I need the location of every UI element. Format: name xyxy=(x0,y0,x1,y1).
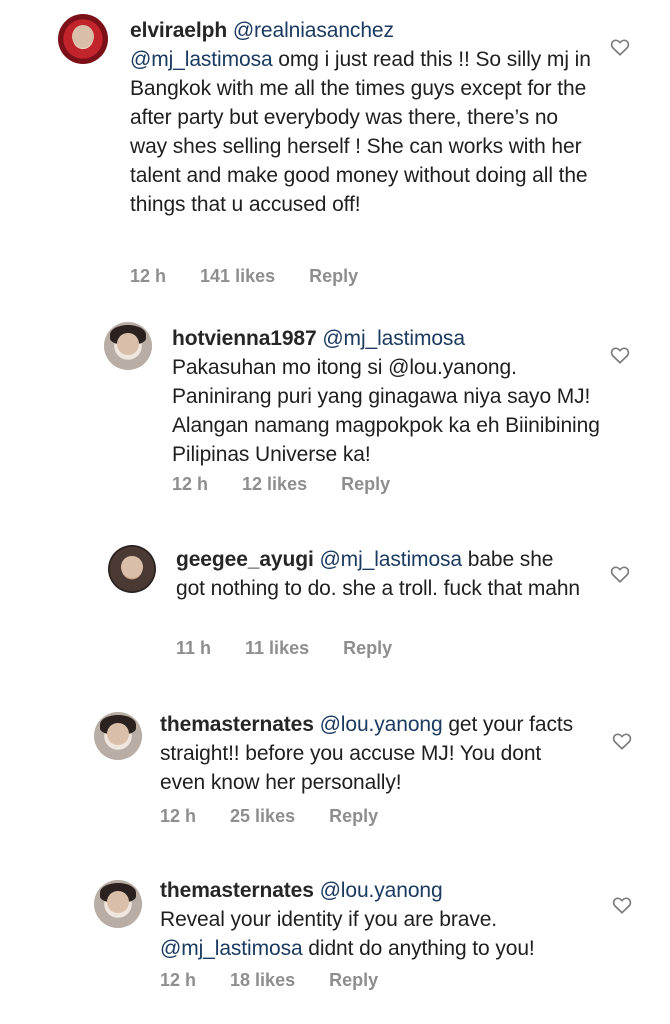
comment-text: hotvienna1987 @mj_lastimosa Pakasuhan mo… xyxy=(172,324,612,469)
reply-button[interactable]: Reply xyxy=(343,638,392,659)
comment-text: themasternates @lou.yanong Reveal your i… xyxy=(160,876,600,963)
comment-likes[interactable]: 11 likes xyxy=(245,638,309,659)
comment-meta: 12 h 141 likes Reply xyxy=(130,266,358,287)
comment-username[interactable]: elviraelph xyxy=(130,19,227,42)
comment-mention[interactable]: @mj_lastimosa xyxy=(322,327,465,350)
comment-username[interactable]: hotvienna1987 xyxy=(172,327,317,350)
comment-body-mention[interactable]: @mj_lastimosa xyxy=(130,48,273,71)
comment-mention[interactable]: @lou.yanong xyxy=(320,879,443,902)
avatar[interactable] xyxy=(104,322,152,370)
comment-time: 12 h xyxy=(160,806,197,826)
comment-username[interactable]: geegee_ayugi xyxy=(176,548,314,571)
avatar[interactable] xyxy=(94,880,142,928)
avatar[interactable] xyxy=(94,712,142,760)
reply-button[interactable]: Reply xyxy=(329,970,378,991)
comment-time: 11 h xyxy=(176,638,212,658)
comment-likes[interactable]: 141 likes xyxy=(200,266,275,287)
comment-text: elviraelph @realniasanchez @mj_lastimosa… xyxy=(130,16,600,219)
comment-mention[interactable]: @realniasanchez xyxy=(233,19,394,42)
heart-outline-icon[interactable] xyxy=(610,565,630,583)
comment-mention[interactable]: @mj_lastimosa xyxy=(319,548,462,571)
comment-username[interactable]: themasternates xyxy=(160,713,314,736)
heart-outline-icon[interactable] xyxy=(612,896,632,914)
comment: geegee_ayugi @mj_lastimosa babe she got … xyxy=(0,535,670,675)
heart-outline-icon[interactable] xyxy=(610,346,630,364)
comment-username[interactable]: themasternates xyxy=(160,879,314,902)
comment-time: 12 h xyxy=(130,266,167,286)
comment-text: themasternates @lou.yanong get your fact… xyxy=(160,710,590,797)
comment-body-line: Reveal your identity if you are brave. xyxy=(160,908,498,931)
comment: themasternates @lou.yanong get your fact… xyxy=(0,702,670,842)
comment-likes[interactable]: 18 likes xyxy=(230,970,295,991)
comment: themasternates @lou.yanong Reveal your i… xyxy=(0,870,670,1024)
comment: hotvienna1987 @mj_lastimosa Pakasuhan mo… xyxy=(0,310,670,510)
comment-likes[interactable]: 12 likes xyxy=(242,474,307,495)
comment-meta: 11 h 11 likes Reply xyxy=(176,638,392,659)
comment-body: didnt do anything to you! xyxy=(302,937,535,960)
reply-button[interactable]: Reply xyxy=(309,266,358,287)
reply-button[interactable]: Reply xyxy=(341,474,390,495)
comment-body-mention[interactable]: @mj_lastimosa xyxy=(160,937,303,960)
avatar[interactable] xyxy=(108,545,156,593)
comment-text: geegee_ayugi @mj_lastimosa babe she got … xyxy=(176,545,586,603)
comment-body: Pakasuhan mo itong si @lou.yanong. Panin… xyxy=(172,356,600,466)
comment-time: 12 h xyxy=(160,970,197,990)
comment-time: 12 h xyxy=(172,474,209,494)
comment-body: omg i just read this !! So silly mj in B… xyxy=(130,48,591,216)
heart-outline-icon[interactable] xyxy=(612,732,632,750)
comment: elviraelph @realniasanchez @mj_lastimosa… xyxy=(0,0,670,300)
avatar[interactable] xyxy=(58,14,108,64)
comment-meta: 12 h 18 likes Reply xyxy=(160,970,378,991)
comment-meta: 12 h 25 likes Reply xyxy=(160,806,378,827)
heart-outline-icon[interactable] xyxy=(610,38,630,56)
comment-likes[interactable]: 25 likes xyxy=(230,806,295,827)
comment-mention[interactable]: @lou.yanong xyxy=(320,713,443,736)
reply-button[interactable]: Reply xyxy=(329,806,378,827)
comment-meta: 12 h 12 likes Reply xyxy=(172,474,390,495)
